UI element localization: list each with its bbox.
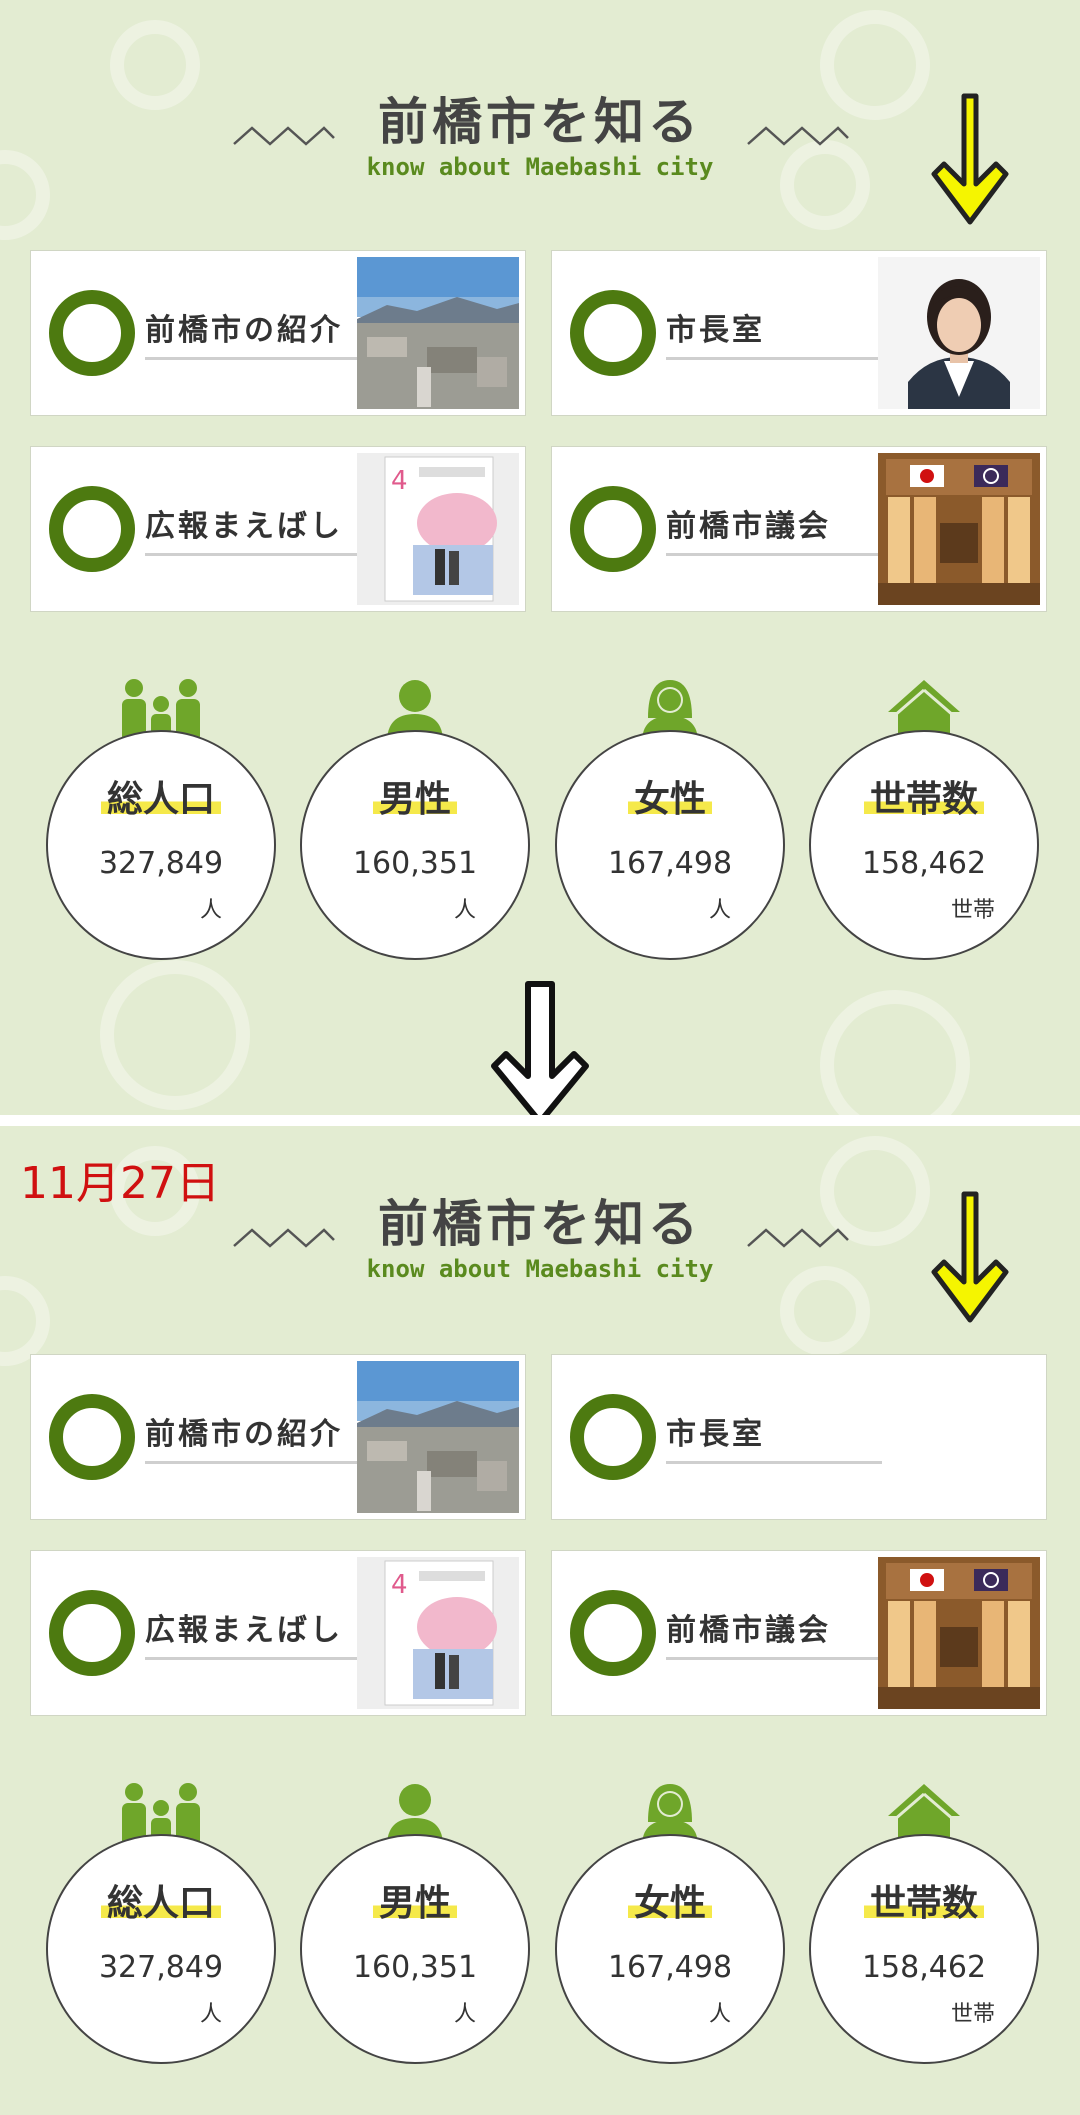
divider bbox=[666, 1657, 882, 1660]
svg-text:4: 4 bbox=[391, 1570, 408, 1600]
stat-unit: 世帯 bbox=[950, 898, 995, 923]
stat-circle bbox=[555, 730, 785, 960]
background-ring bbox=[100, 960, 250, 1110]
card-label: 前橋市議会 bbox=[666, 509, 831, 544]
yellow-arrow-down-icon bbox=[931, 93, 1009, 225]
background-ring bbox=[820, 990, 970, 1115]
stat-unit: 人 bbox=[708, 2002, 731, 2027]
stat-value: 158,462 bbox=[861, 846, 987, 881]
ring-icon bbox=[49, 290, 135, 376]
stat-unit: 人 bbox=[708, 898, 731, 923]
ring-icon bbox=[49, 486, 135, 572]
card-city-intro[interactable]: 前橋市の紹介 bbox=[30, 250, 526, 416]
stat-value: 160,351 bbox=[352, 846, 478, 881]
card-label: 前橋市の紹介 bbox=[145, 313, 343, 348]
magazine-cover: 4 bbox=[357, 453, 519, 605]
stat-circle bbox=[300, 730, 530, 960]
card-label: 広報まえばし bbox=[145, 1613, 343, 1648]
card-city-council[interactable]: 前橋市議会 bbox=[551, 446, 1047, 612]
stat-circle bbox=[46, 1834, 276, 2064]
divider bbox=[145, 357, 385, 360]
section-subtitle: know about Maebashi city bbox=[366, 153, 714, 181]
stat-label: 女性 bbox=[627, 1883, 712, 1924]
background-ring bbox=[0, 1276, 50, 1366]
divider bbox=[145, 1657, 385, 1660]
stat-circle bbox=[809, 1834, 1039, 2064]
ring-icon bbox=[570, 1394, 656, 1480]
council-chamber-photo bbox=[878, 1557, 1040, 1709]
stat-circle bbox=[809, 730, 1039, 960]
divider bbox=[666, 1461, 882, 1464]
city-photo bbox=[357, 1361, 519, 1513]
stat-unit: 人 bbox=[453, 898, 476, 923]
svg-text:4: 4 bbox=[391, 466, 408, 496]
council-chamber-photo bbox=[878, 453, 1040, 605]
transition-arrow-down-icon bbox=[491, 981, 589, 1115]
stat-circle bbox=[300, 1834, 530, 2064]
card-koho-maebashi[interactable]: 広報まえばし 4 bbox=[30, 1550, 526, 1716]
card-mayor-office[interactable]: 市長室 bbox=[551, 1354, 1047, 1520]
ring-icon bbox=[570, 486, 656, 572]
card-mayor-office[interactable]: 市長室 bbox=[551, 250, 1047, 416]
divider bbox=[666, 553, 882, 556]
card-city-intro[interactable]: 前橋市の紹介 bbox=[30, 1354, 526, 1520]
stat-label: 総人口 bbox=[100, 1883, 221, 1924]
stat-unit: 人 bbox=[453, 2002, 476, 2027]
city-photo bbox=[357, 257, 519, 409]
stat-value: 167,498 bbox=[607, 846, 733, 881]
divider bbox=[666, 357, 882, 360]
ring-icon bbox=[570, 1590, 656, 1676]
stat-label: 世帯数 bbox=[863, 779, 984, 820]
card-city-council[interactable]: 前橋市議会 bbox=[551, 1550, 1047, 1716]
divider bbox=[145, 553, 385, 556]
card-label: 前橋市議会 bbox=[666, 1613, 831, 1648]
ring-icon bbox=[49, 1394, 135, 1480]
stat-value: 327,849 bbox=[98, 846, 224, 881]
section-title: 前橋市を知る bbox=[378, 93, 702, 151]
magazine-cover: 4 bbox=[357, 1557, 519, 1709]
divider bbox=[145, 1461, 385, 1464]
stat-circle bbox=[46, 730, 276, 960]
stat-label: 男性 bbox=[372, 779, 457, 820]
stat-label: 女性 bbox=[627, 779, 712, 820]
section-heading: 前橋市を知る know about Maebashi city bbox=[0, 92, 1080, 182]
date-annotation: 11月27日 bbox=[20, 1158, 220, 1209]
stat-value: 158,462 bbox=[861, 1950, 987, 1985]
stat-unit: 人 bbox=[199, 898, 222, 923]
stat-value: 327,849 bbox=[98, 1950, 224, 1985]
panel-before: 前橋市を知る know about Maebashi city 前橋市の紹介 市… bbox=[0, 0, 1080, 1115]
section-subtitle: know about Maebashi city bbox=[366, 1255, 714, 1283]
stat-circle bbox=[555, 1834, 785, 2064]
stat-value: 167,498 bbox=[607, 1950, 733, 1985]
card-koho-maebashi[interactable]: 広報まえばし 4 bbox=[30, 446, 526, 612]
ring-icon bbox=[570, 290, 656, 376]
stat-label: 世帯数 bbox=[863, 1883, 984, 1924]
card-label: 前橋市の紹介 bbox=[145, 1417, 343, 1452]
card-label: 市長室 bbox=[666, 313, 765, 348]
stat-label: 総人口 bbox=[100, 779, 221, 820]
mayor-photo bbox=[878, 257, 1040, 409]
panel-after: 前橋市を知る know about Maebashi city 前橋市の紹介 市… bbox=[0, 1126, 1080, 2115]
ring-icon bbox=[49, 1590, 135, 1676]
card-label: 広報まえばし bbox=[145, 509, 343, 544]
card-label: 市長室 bbox=[666, 1417, 765, 1452]
yellow-arrow-down-icon bbox=[931, 1191, 1009, 1323]
stat-value: 160,351 bbox=[352, 1950, 478, 1985]
stat-unit: 人 bbox=[199, 2002, 222, 2027]
stat-label: 男性 bbox=[372, 1883, 457, 1924]
stat-unit: 世帯 bbox=[950, 2002, 995, 2027]
